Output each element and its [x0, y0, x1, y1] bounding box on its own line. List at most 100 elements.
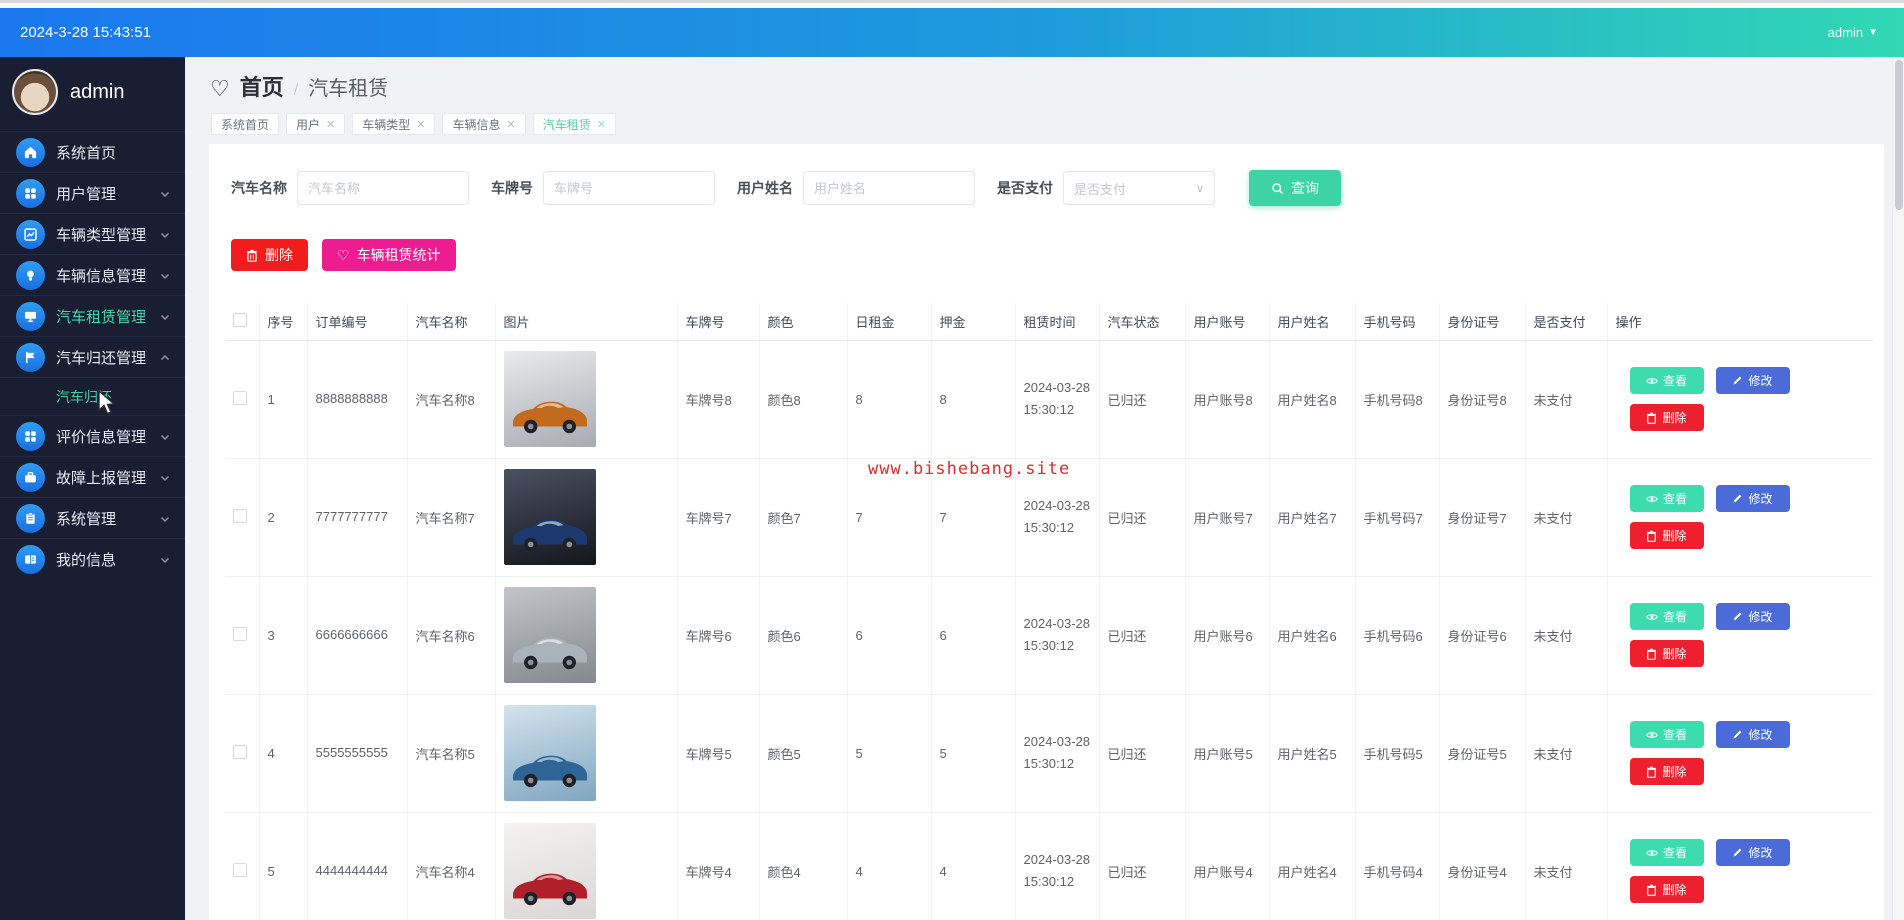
row-checkbox[interactable] [233, 862, 247, 877]
cell-user-name: 用户姓名4 [1269, 812, 1356, 920]
row-checkbox[interactable] [233, 390, 247, 405]
edit-button[interactable]: 修改 [1715, 367, 1790, 394]
chevron-down-icon: ▼ [1868, 27, 1878, 38]
user-name-input[interactable] [803, 171, 975, 205]
row-checkbox[interactable] [233, 744, 247, 759]
clock-timestamp: 2024-3-28 15:43:51 [20, 24, 151, 41]
edit-button[interactable]: 修改 [1715, 839, 1790, 866]
delete-button-label: 删除 [265, 247, 293, 263]
close-icon[interactable]: ✕ [597, 118, 606, 131]
cell-order-no: 4444444444 [307, 812, 408, 920]
row-delete-button[interactable]: 删除 [1629, 640, 1704, 667]
cell-order-no: 7777777777 [307, 458, 408, 577]
col-serial: 序号 [259, 303, 308, 341]
cell-phone: 手机号码7 [1355, 458, 1440, 577]
scrollbar-thumb[interactable] [1895, 60, 1903, 210]
row-delete-button[interactable]: 删除 [1629, 522, 1704, 549]
user-name-label: 用户姓名 [737, 180, 793, 196]
edit-button-label: 修改 [1748, 610, 1773, 624]
row-delete-button[interactable]: 删除 [1629, 404, 1704, 431]
sidebar-item-system-management[interactable]: 系统管理 [0, 497, 185, 538]
edit-button-label: 修改 [1748, 728, 1773, 742]
cell-car-status: 已归还 [1099, 694, 1186, 813]
car-name-input[interactable] [297, 171, 469, 205]
home-icon [16, 137, 45, 167]
close-icon[interactable]: ✕ [507, 118, 516, 131]
briefcase-icon [16, 462, 45, 492]
search-button[interactable]: 查询 [1249, 170, 1341, 206]
cell-serial: 2 [259, 458, 308, 577]
table-header-row: 序号 订单编号 汽车名称 图片 车牌号 颜色 日租金 押金 租赁时间 汽车状态 … [225, 303, 1873, 341]
main-content: ♡ 首页 / 汽车租赁 系统首页 用户 ✕ 车辆类型 ✕ 车辆信息 ✕ 汽车租赁 [185, 57, 1892, 920]
sidebar: admin 系统首页 用户管理 车辆类型管理 车辆信息管理 汽车租赁管理 汽车归… [0, 57, 185, 920]
edit-button[interactable]: 修改 [1715, 603, 1790, 630]
row-checkbox[interactable] [233, 508, 247, 523]
tab-users[interactable]: 用户 ✕ [286, 113, 346, 135]
cell-id-card: 身份证号4 [1439, 812, 1526, 920]
monitor-icon [16, 301, 45, 331]
view-button[interactable]: 查看 [1629, 603, 1704, 630]
sidebar-item-fault-report-management[interactable]: 故障上报管理 [0, 456, 185, 497]
plate-label: 车牌号 [491, 180, 533, 196]
tab-system-home[interactable]: 系统首页 [211, 113, 280, 135]
edit-icon [1734, 612, 1742, 621]
row-delete-button[interactable]: 删除 [1629, 876, 1704, 903]
cell-user-account: 用户账号5 [1185, 694, 1270, 813]
sidebar-item-my-info[interactable]: 我的信息 [0, 538, 185, 579]
sidebar-item-car-return-management[interactable]: 汽车归还管理 [0, 336, 185, 377]
view-button[interactable]: 查看 [1629, 721, 1704, 748]
cell-daily-rent: 8 [847, 340, 932, 459]
close-icon[interactable]: ✕ [416, 118, 425, 131]
cell-color: 颜色5 [759, 694, 848, 813]
table-row: 3 6666666666 汽车名称6 车牌号6 颜色6 6 6 2024-03-… [225, 576, 1873, 695]
sidebar-item-system-home[interactable]: 系统首页 [0, 131, 185, 172]
view-button[interactable]: 查看 [1629, 367, 1704, 394]
cell-user-account: 用户账号4 [1185, 812, 1270, 920]
view-button[interactable]: 查看 [1629, 485, 1704, 512]
cell-paid: 未支付 [1525, 458, 1608, 577]
cell-color: 颜色6 [759, 576, 848, 695]
cell-paid: 未支付 [1525, 694, 1608, 813]
plate-input[interactable] [543, 171, 715, 205]
rental-stats-label: 车辆租赁统计 [356, 247, 441, 263]
select-all-checkbox[interactable] [233, 312, 247, 327]
close-icon[interactable]: ✕ [326, 118, 335, 131]
sidebar-item-label: 车辆类型管理 [56, 226, 147, 244]
chevron-down-icon [159, 430, 171, 442]
col-rental-time: 租赁时间 [1015, 303, 1100, 341]
row-checkbox[interactable] [233, 626, 247, 641]
view-button[interactable]: 查看 [1629, 839, 1704, 866]
tab-car-rental[interactable]: 汽车租赁 ✕ [532, 113, 616, 135]
mouse-cursor [98, 390, 116, 415]
cell-plate: 车牌号5 [677, 694, 760, 813]
cell-daily-rent: 5 [847, 694, 932, 813]
cell-deposit: 5 [931, 694, 1016, 813]
table-row: 5 4444444444 汽车名称4 车牌号4 颜色4 4 4 2024-03-… [225, 812, 1873, 920]
chevron-down-icon [159, 269, 171, 281]
sidebar-item-user-management[interactable]: 用户管理 [0, 172, 185, 213]
tab-vehicle-info[interactable]: 车辆信息 ✕ [442, 113, 526, 135]
row-delete-button-label: 删除 [1662, 411, 1687, 425]
edit-button[interactable]: 修改 [1715, 721, 1790, 748]
sidebar-item-label: 车辆信息管理 [56, 267, 147, 285]
rental-stats-button[interactable]: ♡ 车辆租赁统计 [322, 239, 456, 271]
sidebar-item-vehicle-type-management[interactable]: 车辆类型管理 [0, 213, 185, 254]
edit-button[interactable]: 修改 [1715, 485, 1790, 512]
sidebar-subitem-car-return[interactable]: 汽车归还 [0, 377, 185, 415]
user-menu[interactable]: admin ▼ [1828, 25, 1878, 40]
delete-button[interactable]: 删除 [231, 239, 308, 271]
row-delete-button[interactable]: 删除 [1629, 758, 1704, 785]
search-form: 汽车名称 车牌号 用户姓名 是否支付 是否支付 ∨ 查询 [225, 170, 1866, 206]
scrollbar-track[interactable] [1892, 57, 1904, 920]
sidebar-item-vehicle-info-management[interactable]: 车辆信息管理 [0, 254, 185, 295]
cell-plate: 车牌号4 [677, 812, 760, 920]
paid-select[interactable]: 是否支付 ∨ [1063, 171, 1215, 205]
chart-icon [16, 219, 45, 249]
sidebar-item-review-info-management[interactable]: 评价信息管理 [0, 415, 185, 456]
tab-vehicle-type[interactable]: 车辆类型 ✕ [352, 113, 436, 135]
breadcrumb-home[interactable]: 首页 [240, 70, 284, 102]
cell-id-card: 身份证号6 [1439, 576, 1526, 695]
chevron-down-icon [159, 310, 171, 322]
cell-user-account: 用户账号6 [1185, 576, 1270, 695]
sidebar-item-car-rental-management[interactable]: 汽车租赁管理 [0, 295, 185, 336]
